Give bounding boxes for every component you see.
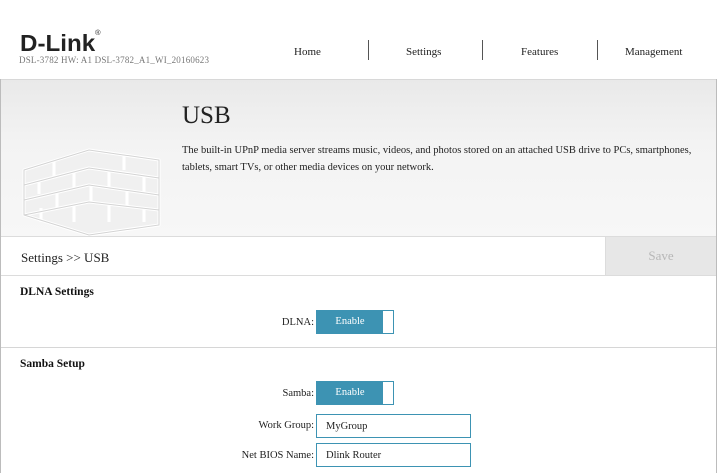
workgroup-input[interactable]	[316, 414, 471, 438]
samba-toggle-label: Enable	[317, 382, 383, 404]
dlna-toggle-label: Enable	[317, 311, 383, 333]
samba-label: Samba:	[282, 388, 315, 399]
dlna-label: DLNA:	[281, 317, 314, 328]
section-divider	[1, 347, 716, 348]
dlna-toggle[interactable]: Enable	[316, 310, 394, 334]
page-banner: USB The built-in UPnP media server strea…	[1, 79, 716, 236]
nav-home[interactable]: Home	[294, 46, 321, 58]
nav-settings[interactable]: Settings	[406, 46, 441, 58]
netbios-name-input[interactable]	[316, 443, 471, 467]
dlna-section-title: DLNA Settings	[20, 286, 94, 298]
samba-toggle[interactable]: Enable	[316, 381, 394, 405]
nav-separator	[482, 40, 483, 60]
page-description: The built-in UPnP media server streams m…	[182, 145, 692, 173]
nav-separator	[597, 40, 598, 60]
breadcrumb-bar: Settings >> USB Save	[1, 236, 716, 276]
brick-wall-illustration	[22, 148, 161, 236]
nav-features[interactable]: Features	[521, 46, 558, 58]
page-title: USB	[182, 102, 231, 129]
model-info: DSL-3782 HW: A1 DSL-3782_A1_WI_20160623	[19, 55, 210, 65]
samba-section-title: Samba Setup	[20, 358, 85, 370]
save-button[interactable]: Save	[605, 237, 716, 275]
dlink-logo: D-Link®	[20, 30, 101, 56]
breadcrumb: Settings >> USB	[21, 250, 110, 265]
header: D-Link® DSL-3782 HW: A1 DSL-3782_A1_WI_2…	[0, 0, 717, 79]
netbios-label: Net BIOS Name:	[241, 450, 314, 461]
workgroup-label: Work Group:	[258, 420, 314, 431]
nav-separator	[368, 40, 369, 60]
nav-management[interactable]: Management	[625, 46, 682, 58]
